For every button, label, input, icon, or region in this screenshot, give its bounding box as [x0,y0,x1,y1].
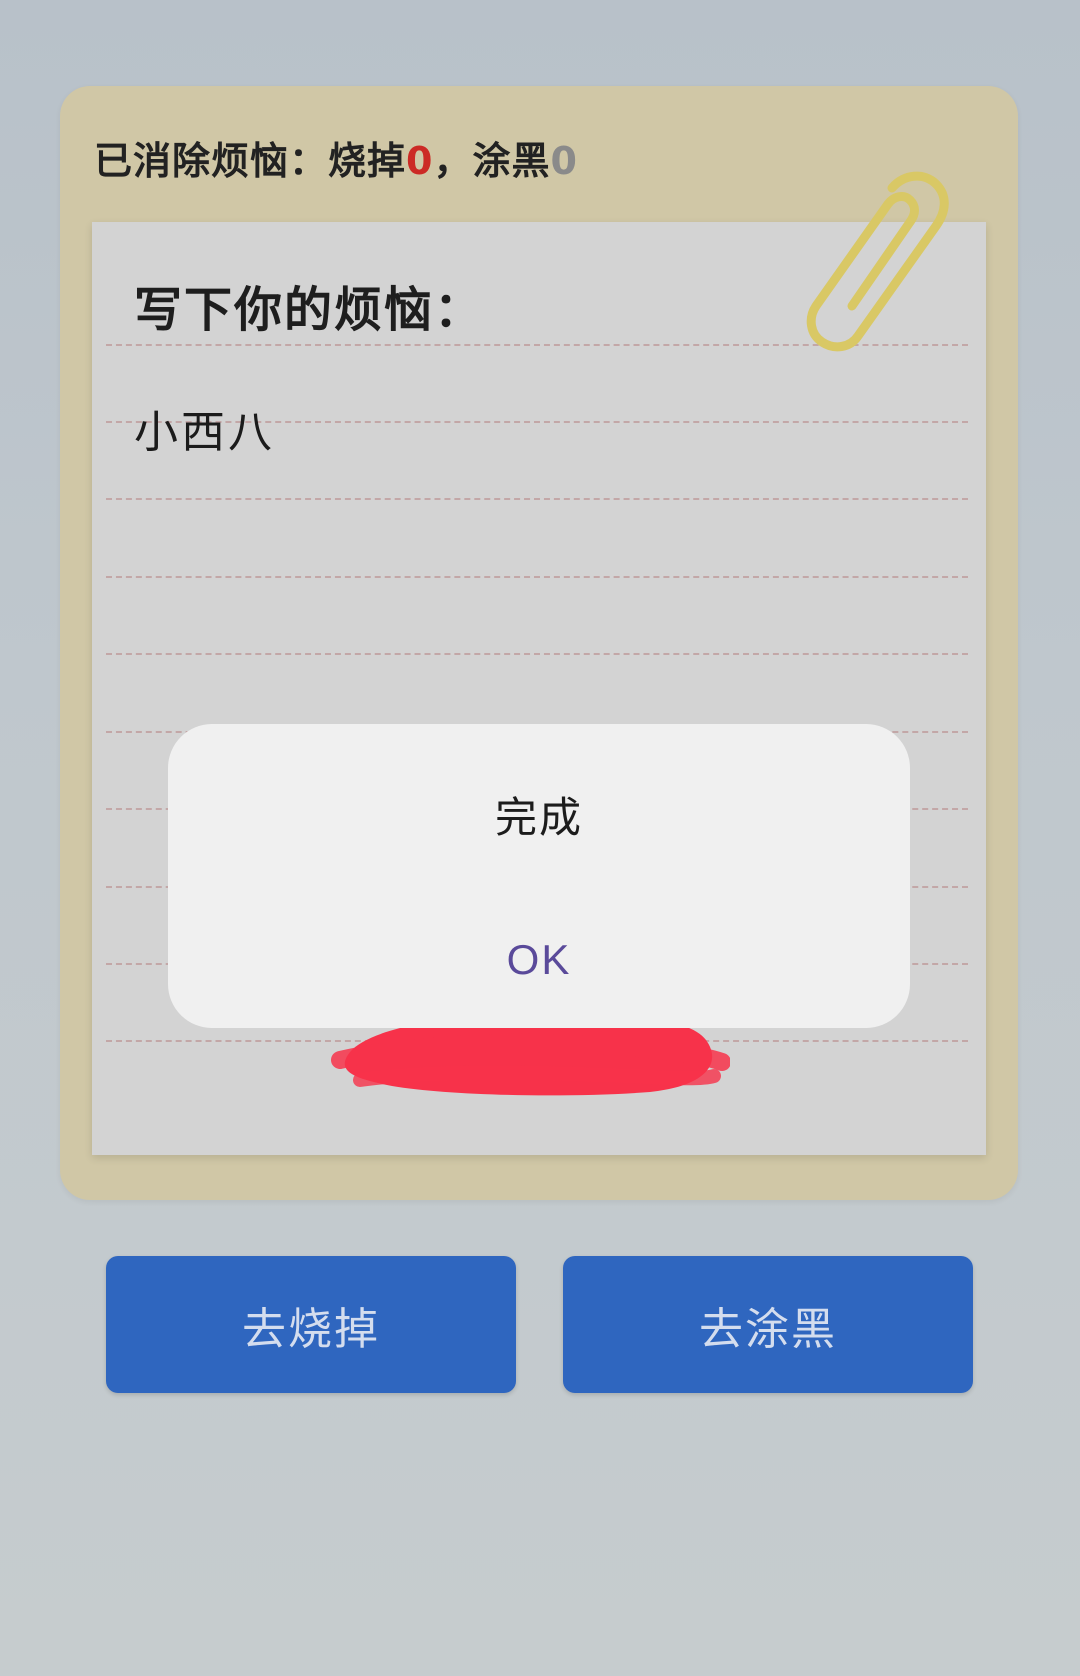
paper-rule [106,576,968,578]
paperclip-icon [806,171,949,352]
paper-rule [106,653,968,655]
counter-prefix: 已消除烦恼：烧掉 [94,139,407,183]
ok-button[interactable]: OK [439,924,639,994]
worry-entry-text[interactable]: 小西八 [134,396,275,460]
paper-rule [106,498,968,500]
dialog-title: 完成 [494,793,583,842]
worry-eraser-screen: { "counter": { "prefix": "已消除烦恼：烧掉", "bu… [0,0,1080,1676]
blacken-count: 0 [550,139,578,183]
burn-count: 0 [406,139,434,183]
counter-separator: ，涂黑 [433,139,551,183]
burn-button[interactable]: 去烧掉 [106,1256,516,1393]
blacken-button[interactable]: 去涂黑 [563,1256,973,1393]
paper-title: 写下你的烦恼： [134,282,485,338]
completion-dialog: 完成 OK [168,724,910,1028]
erased-counter: 已消除烦恼：烧掉0，涂黑0 [94,130,578,185]
